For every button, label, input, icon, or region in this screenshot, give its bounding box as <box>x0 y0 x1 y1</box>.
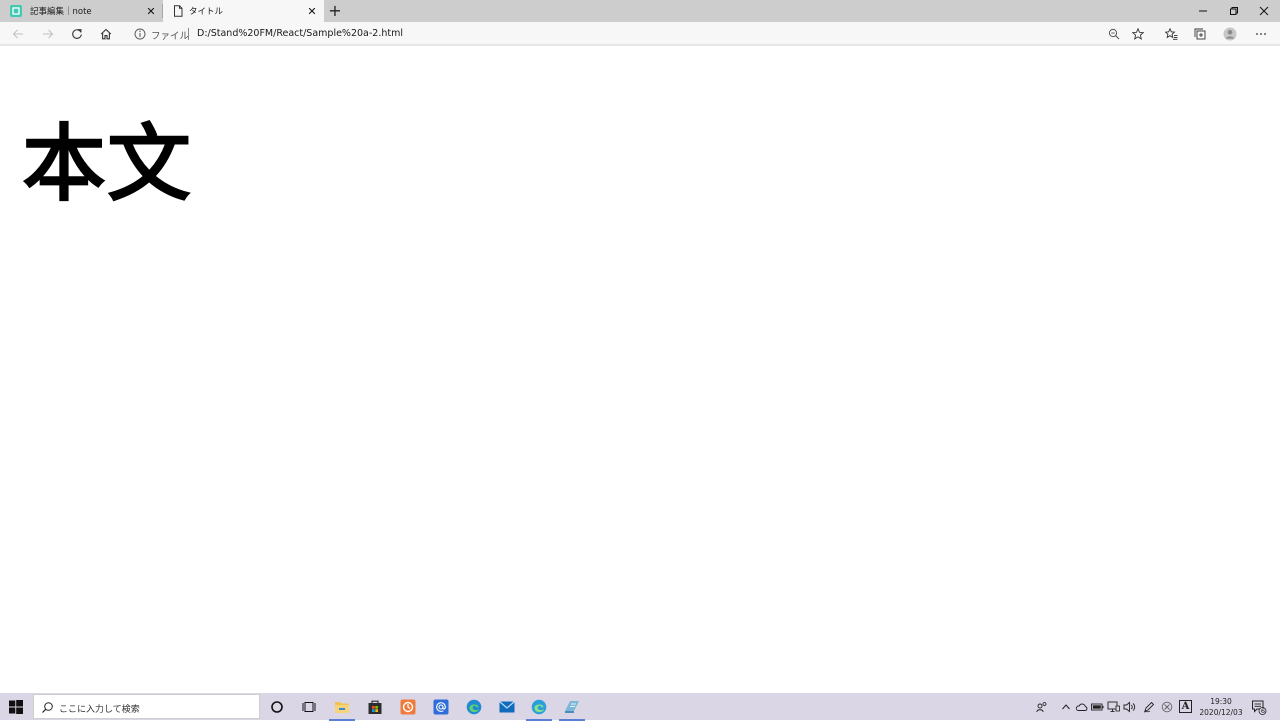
tab-close-icon[interactable]: ✕ <box>144 4 158 18</box>
tray-pen[interactable] <box>1142 700 1155 713</box>
edge-icon <box>466 699 482 715</box>
document-favicon-icon <box>174 5 183 17</box>
at-sign-app-icon <box>433 699 449 715</box>
taskbar-edge[interactable] <box>464 697 484 717</box>
page-heading: 本文 <box>22 115 193 213</box>
cortana-button[interactable] <box>267 697 287 717</box>
search-icon <box>42 702 53 713</box>
blocked-circle-icon <box>1161 701 1172 712</box>
taskbar-mail-at-app[interactable] <box>431 697 451 717</box>
new-tab-button[interactable]: + <box>326 2 344 20</box>
edge-beta-icon <box>531 699 547 715</box>
tray-overflow-button[interactable] <box>1059 700 1072 713</box>
tray-battery[interactable] <box>1091 700 1104 713</box>
store-bag-icon <box>368 700 382 714</box>
search-placeholder: ここに入力して検索 <box>59 705 140 715</box>
zoom-icon <box>1108 28 1120 40</box>
collections-icon <box>1194 28 1206 40</box>
taskbar-orange-app[interactable] <box>398 697 418 717</box>
tab-strip: 記事編集｜note ✕ タイトル ✕ + <box>0 0 1280 22</box>
favorites-list-icon <box>1164 28 1177 40</box>
taskbar-edge-active[interactable] <box>526 697 552 721</box>
battery-icon <box>1091 703 1104 710</box>
tab-close-icon[interactable]: ✕ <box>305 4 319 18</box>
zoom-button[interactable] <box>1104 25 1124 43</box>
people-icon <box>1035 701 1046 712</box>
task-view-button[interactable] <box>299 697 319 717</box>
taskbar-store[interactable] <box>365 697 385 717</box>
favorites-button[interactable] <box>1161 25 1181 43</box>
taskbar: ここに入力して検索 A 19:30 2020/12/03 6 <box>0 693 1280 721</box>
network-icon <box>1107 701 1120 712</box>
tray-people-icon[interactable] <box>1035 700 1048 713</box>
editor-app-icon <box>565 701 579 713</box>
restore-icon <box>1230 7 1238 15</box>
cortana-circle-icon <box>271 701 283 713</box>
home-icon <box>100 28 112 40</box>
orange-app-icon <box>400 699 416 715</box>
star-icon <box>1132 28 1144 40</box>
home-button[interactable] <box>96 25 116 43</box>
avatar-icon <box>1223 27 1237 41</box>
taskbar-text-editor[interactable] <box>559 697 585 721</box>
close-window-button[interactable] <box>1249 0 1279 22</box>
close-icon <box>1259 6 1269 16</box>
clock-date: 2020/12/03 <box>1199 708 1243 717</box>
tab-note-editor[interactable]: 記事編集｜note ✕ <box>0 0 163 22</box>
tray-ime-indicator[interactable]: A <box>1178 700 1193 713</box>
ime-indicator-label: A <box>1178 700 1193 713</box>
info-icon[interactable] <box>133 27 147 41</box>
arrow-right-icon <box>43 29 54 39</box>
cloud-icon <box>1075 703 1088 711</box>
address-url[interactable]: D:/Stand%20FM/React/Sample%20a-2.html <box>197 28 403 39</box>
restore-button[interactable] <box>1219 0 1249 22</box>
address-scheme-label: ファイル <box>151 31 190 42</box>
page-viewport: 本文 <box>0 48 1280 693</box>
refresh-button[interactable] <box>67 25 87 43</box>
chevron-up-icon <box>1061 703 1070 709</box>
favorite-star-button[interactable] <box>1128 25 1148 43</box>
tray-volume[interactable] <box>1123 700 1136 713</box>
minimize-button[interactable] <box>1188 0 1218 22</box>
tray-onedrive[interactable] <box>1075 700 1088 713</box>
forward-button[interactable] <box>38 25 58 43</box>
tab-label: タイトル <box>189 7 224 17</box>
taskbar-clock[interactable]: 19:30 2020/12/03 <box>1196 696 1246 718</box>
settings-more-button[interactable] <box>1251 25 1271 43</box>
collections-button[interactable] <box>1190 25 1210 43</box>
tray-blocked[interactable] <box>1160 700 1173 713</box>
notification-count: 6 <box>1260 707 1266 715</box>
windows-start-icon[interactable] <box>8 699 24 715</box>
minimize-icon <box>1199 10 1207 12</box>
taskbar-mail[interactable] <box>497 697 517 717</box>
refresh-icon <box>72 29 82 39</box>
tab-label: 記事編集｜note <box>30 7 92 17</box>
clock-time: 19:30 <box>1210 697 1232 706</box>
task-view-icon <box>302 702 316 712</box>
address-divider <box>188 28 189 40</box>
action-center-button[interactable]: 6 <box>1251 699 1267 715</box>
profile-button[interactable] <box>1220 25 1240 43</box>
arrow-left-icon <box>12 29 23 39</box>
tab-title-page[interactable]: タイトル ✕ <box>163 0 324 22</box>
speaker-icon <box>1123 701 1136 712</box>
pen-icon <box>1143 701 1154 713</box>
more-dots-icon <box>1256 33 1266 35</box>
note-favicon-icon <box>10 5 22 17</box>
mail-icon <box>499 701 515 713</box>
tray-network[interactable] <box>1107 700 1120 713</box>
folder-icon <box>335 702 349 713</box>
browser-toolbar: ファイル D:/Stand%20FM/React/Sample%20a-2.ht… <box>0 22 1280 46</box>
back-button[interactable] <box>8 25 28 43</box>
taskbar-file-explorer[interactable] <box>329 697 355 721</box>
taskbar-search-box[interactable]: ここに入力して検索 <box>33 694 260 719</box>
